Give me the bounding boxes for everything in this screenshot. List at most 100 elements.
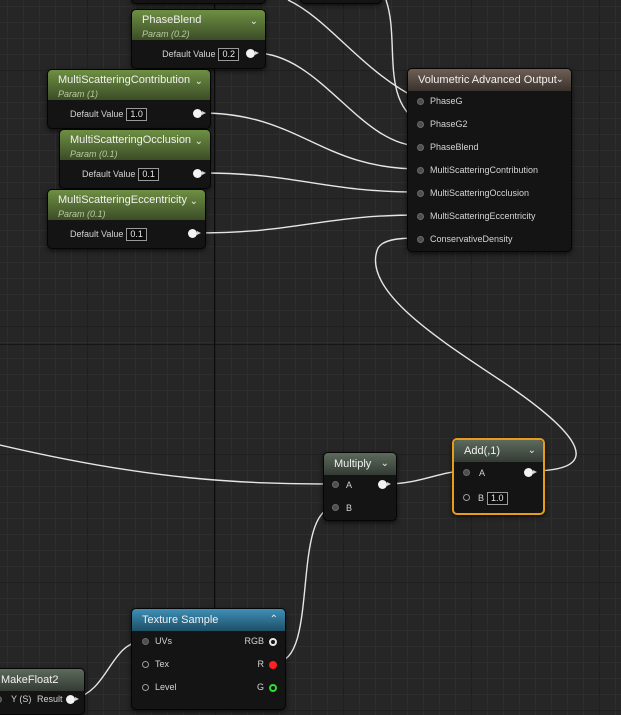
default-value-row: Default Value 0.2 bbox=[162, 48, 239, 61]
output-pin[interactable] bbox=[193, 169, 206, 178]
input-pin-level[interactable] bbox=[142, 684, 149, 691]
ms-eccentricity-param-node[interactable]: MultiScatteringEccentricity Param (0.1) … bbox=[47, 189, 206, 249]
wire-phaseblend bbox=[254, 52, 421, 147]
node-header[interactable]: Multiply ⌄ bbox=[324, 453, 396, 475]
chevron-down-icon[interactable]: ⌄ bbox=[528, 440, 536, 462]
default-value-input[interactable]: 0.2 bbox=[218, 48, 239, 61]
input-pin-phaseg[interactable] bbox=[417, 98, 424, 105]
node-header[interactable]: PhaseBlend Param (0.2) ⌄ bbox=[132, 10, 265, 40]
node-header[interactable]: MultiScatteringContribution Param (1) ⌄ bbox=[48, 70, 210, 100]
multiply-node[interactable]: Multiply ⌄ A B bbox=[323, 452, 397, 521]
node-title: Multiply bbox=[334, 458, 372, 470]
input-pin-phaseg2[interactable] bbox=[417, 121, 424, 128]
node-title: Volumetric Advanced Output bbox=[418, 74, 557, 86]
chevron-down-icon[interactable]: ⌄ bbox=[556, 69, 564, 91]
wire-to-phaseg bbox=[287, 0, 421, 101]
node-header[interactable]: MultiScatteringOcclusion Param (0.1) ⌄ bbox=[60, 130, 210, 160]
output-pin-r[interactable] bbox=[269, 661, 277, 669]
output-pin-g[interactable] bbox=[269, 684, 277, 692]
node-subtitle: Param (1) bbox=[58, 89, 99, 99]
output-pin[interactable] bbox=[193, 109, 206, 118]
wire-left-to-multiply-a bbox=[0, 444, 337, 485]
chevron-down-icon[interactable]: ⌄ bbox=[381, 453, 389, 475]
input-label-phaseblend: PhaseBlend bbox=[430, 142, 479, 152]
input-pin-phaseblend[interactable] bbox=[417, 144, 424, 151]
chevron-down-icon[interactable]: ⌄ bbox=[250, 10, 258, 34]
input-label-y: Y (S) bbox=[11, 694, 32, 704]
input-label-level: Level bbox=[155, 682, 177, 692]
input-pin-conservative-density[interactable] bbox=[417, 236, 424, 243]
input-label-b: B bbox=[478, 493, 485, 503]
volumetric-advanced-output-node[interactable]: Volumetric Advanced Output ⌄ PhaseG Phas… bbox=[407, 68, 572, 252]
node-subtitle: Param (0.1) bbox=[70, 149, 118, 159]
input-label-phaseg: PhaseG bbox=[430, 96, 463, 106]
input-pin-b[interactable] bbox=[463, 494, 470, 501]
node-header[interactable]: Volumetric Advanced Output ⌄ bbox=[408, 69, 571, 91]
chevron-down-icon[interactable]: ⌄ bbox=[195, 70, 203, 94]
output-pin-rgb[interactable] bbox=[269, 638, 277, 646]
output-pin[interactable] bbox=[378, 480, 391, 489]
makefloat2-node[interactable]: MakeFloat2 Y (S) Result bbox=[0, 668, 85, 715]
default-value-label: Default Value bbox=[162, 49, 216, 59]
default-value-input[interactable]: 0.1 bbox=[126, 228, 147, 241]
node-title: MakeFloat2 bbox=[1, 674, 59, 686]
default-value-row: Default Value 0.1 bbox=[70, 228, 147, 241]
input-pin-uvs[interactable] bbox=[142, 638, 149, 645]
input-label-tex: Tex bbox=[155, 659, 170, 669]
input-label-ms-occlusion: MultiScatteringOcclusion bbox=[430, 188, 530, 198]
input-pin-ms-occlusion[interactable] bbox=[417, 190, 424, 197]
default-value-input[interactable]: 0.1 bbox=[138, 168, 159, 181]
default-value-row: Default Value 0.1 bbox=[82, 168, 159, 181]
wire-ms-contribution bbox=[200, 112, 421, 170]
input-label-ms-contribution: MultiScatteringContribution bbox=[430, 165, 539, 175]
input-pin-b[interactable] bbox=[332, 504, 339, 511]
graph-origin-horizontal-axis bbox=[0, 344, 621, 345]
input-pin-a[interactable] bbox=[332, 481, 339, 488]
input-label-conservative-density: ConservativeDensity bbox=[430, 234, 513, 244]
output-pin[interactable] bbox=[524, 468, 537, 477]
offscreen-node-top-right[interactable] bbox=[300, 0, 382, 4]
input-label-a: A bbox=[479, 468, 486, 478]
default-value-row: Default Value 1.0 bbox=[70, 108, 147, 121]
node-title: Texture Sample bbox=[142, 614, 219, 626]
node-title: MultiScatteringOcclusion bbox=[70, 134, 192, 146]
add-node[interactable]: Add(,1) ⌄ A B 1.0 bbox=[452, 438, 545, 515]
output-pin[interactable] bbox=[188, 229, 201, 238]
output-label-rgb: RGB bbox=[244, 636, 264, 646]
input-label-a: A bbox=[346, 480, 353, 490]
input-pin-ms-contribution[interactable] bbox=[417, 167, 424, 174]
offscreen-node-top[interactable] bbox=[131, 0, 266, 4]
wire-ms-occlusion bbox=[200, 172, 421, 193]
node-title: PhaseBlend bbox=[142, 14, 202, 26]
texture-sample-node[interactable]: Texture Sample ⌃ UVs Tex Level RGB R G bbox=[131, 608, 286, 710]
b-value-input[interactable]: 1.0 bbox=[487, 492, 508, 505]
input-label-ms-eccentricity: MultiScatteringEccentricity bbox=[430, 211, 536, 221]
phaseblend-param-node[interactable]: PhaseBlend Param (0.2) ⌄ Default Value 0.… bbox=[131, 9, 266, 69]
node-subtitle: Param (0.1) bbox=[58, 209, 106, 219]
chevron-down-icon[interactable]: ⌄ bbox=[190, 190, 198, 214]
node-title: MultiScatteringContribution bbox=[58, 74, 191, 86]
input-pin-tex[interactable] bbox=[142, 661, 149, 668]
input-pin-ms-eccentricity[interactable] bbox=[417, 213, 424, 220]
default-value-label: Default Value bbox=[82, 169, 136, 179]
input-row-b: B 1.0 bbox=[478, 492, 508, 505]
node-header[interactable]: Texture Sample ⌃ bbox=[132, 609, 285, 631]
output-pin[interactable] bbox=[246, 49, 259, 58]
input-pin-a[interactable] bbox=[463, 469, 470, 476]
node-title: Add(,1) bbox=[464, 445, 501, 457]
wire-ms-eccentricity bbox=[195, 214, 421, 234]
node-header[interactable]: Add(,1) ⌄ bbox=[454, 440, 543, 462]
input-label-phaseg2: PhaseG2 bbox=[430, 119, 468, 129]
default-value-input[interactable]: 1.0 bbox=[126, 108, 147, 121]
node-header[interactable]: MakeFloat2 bbox=[0, 669, 84, 691]
graph-origin-vertical-axis bbox=[214, 0, 215, 700]
chevron-down-icon[interactable]: ⌄ bbox=[195, 130, 203, 154]
wire-add-to-density bbox=[374, 237, 577, 472]
output-label-g: G bbox=[256, 682, 264, 692]
node-title: MultiScatteringEccentricity bbox=[58, 194, 187, 206]
output-label-result: Result bbox=[37, 694, 63, 704]
ms-contribution-param-node[interactable]: MultiScatteringContribution Param (1) ⌄ … bbox=[47, 69, 211, 129]
ms-occlusion-param-node[interactable]: MultiScatteringOcclusion Param (0.1) ⌄ D… bbox=[59, 129, 211, 189]
node-header[interactable]: MultiScatteringEccentricity Param (0.1) … bbox=[48, 190, 205, 220]
chevron-up-icon[interactable]: ⌃ bbox=[270, 609, 278, 631]
